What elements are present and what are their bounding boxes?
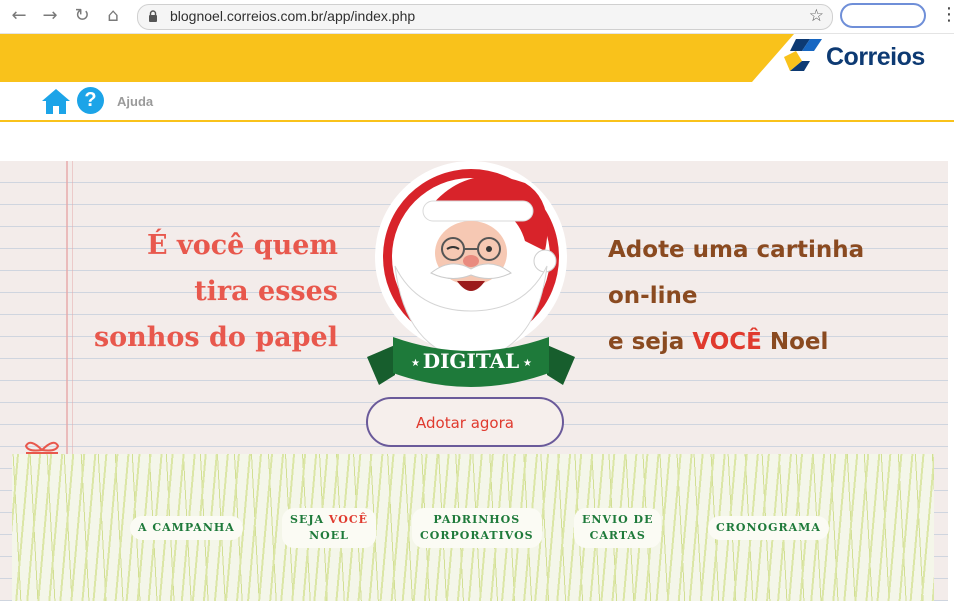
menu-envio-de-cartas[interactable]: ENVIO DE CARTAS bbox=[574, 508, 662, 548]
sub-navigation: ? Ajuda bbox=[0, 82, 954, 122]
svg-text:★: ★ bbox=[411, 358, 420, 369]
hero-right-line: on-line bbox=[608, 283, 698, 309]
menu-padrinhos-corporativos[interactable]: PADRINHOS CORPORATIVOS bbox=[412, 508, 542, 548]
menu-label: SEJA VOCÊ bbox=[290, 512, 368, 528]
menu-label: CORPORATIVOS bbox=[420, 529, 534, 542]
hero-right-text: Adote uma cartinha on-line e seja VOCÊ N… bbox=[608, 227, 864, 365]
menu-label-highlight: VOCÊ bbox=[328, 513, 368, 526]
hero-banner: É você quem tira esses sonhos do papel A… bbox=[0, 161, 954, 601]
hero-right-line: Adote uma cartinha bbox=[608, 237, 865, 263]
home-browser-icon[interactable]: ⌂ bbox=[102, 5, 124, 27]
bookmark-star-icon[interactable]: ☆ bbox=[809, 6, 824, 26]
hero-left-text: É você quem tira esses sonhos do papel bbox=[94, 223, 338, 361]
menu-label: PADRINHOS bbox=[433, 513, 521, 526]
hero-left-line: sonhos do papel bbox=[93, 322, 338, 353]
menu-label: NOEL bbox=[309, 529, 349, 542]
santa-badge-icon: ★ ★ DIGITAL bbox=[367, 161, 575, 387]
menu-label: CARTAS bbox=[589, 529, 646, 542]
home-icon[interactable] bbox=[41, 87, 71, 115]
hero-right-highlight: VOCÊ bbox=[692, 329, 762, 355]
reload-icon[interactable]: ↻ bbox=[71, 5, 93, 27]
menu-panel: A CAMPANHA SEJA VOCÊ NOEL PADRINHOS CORP… bbox=[12, 454, 934, 601]
paper-margin-line bbox=[72, 161, 73, 461]
hero-left-line: tira esses bbox=[194, 276, 338, 307]
hero-right-line: e seja VOCÊ Noel bbox=[608, 319, 864, 365]
paper-margin-line bbox=[66, 161, 68, 461]
menu-cronograma[interactable]: CRONOGRAMA bbox=[708, 516, 829, 540]
hero-left-line: É você quem bbox=[147, 230, 338, 261]
digital-ribbon-text: DIGITAL bbox=[423, 349, 520, 373]
scrollbar-track[interactable] bbox=[948, 161, 954, 601]
correios-logo-icon[interactable] bbox=[782, 37, 824, 77]
url-text: blognoel.correios.com.br/app/index.php bbox=[170, 8, 416, 24]
back-arrow-icon[interactable]: ← bbox=[8, 5, 30, 27]
browser-toolbar: ← → ↻ ⌂ blognoel.correios.com.br/app/ind… bbox=[0, 0, 954, 34]
help-link[interactable]: Ajuda bbox=[117, 94, 153, 109]
menu-label: CRONOGRAMA bbox=[716, 521, 821, 534]
menu-label: ENVIO DE bbox=[582, 513, 654, 526]
menu-seja-voce-noel[interactable]: SEJA VOCÊ NOEL bbox=[282, 508, 376, 548]
hero-right-post: Noel bbox=[761, 329, 829, 355]
help-icon[interactable]: ? bbox=[77, 87, 104, 114]
brand-name[interactable]: Correios bbox=[826, 43, 925, 72]
menu-a-campanha[interactable]: A CAMPANHA bbox=[130, 516, 243, 540]
menu-kebab-icon[interactable]: ⋮ bbox=[940, 4, 954, 26]
address-bar[interactable]: blognoel.correios.com.br/app/index.php ☆ bbox=[137, 4, 833, 30]
menu-label-pre: SEJA bbox=[290, 513, 329, 526]
adopt-now-button[interactable]: Adotar agora bbox=[366, 397, 564, 447]
svg-text:★: ★ bbox=[523, 358, 532, 369]
forward-arrow-icon[interactable]: → bbox=[39, 5, 61, 27]
hero-right-pre: e seja bbox=[608, 329, 693, 355]
lock-icon bbox=[149, 10, 157, 22]
profile-button[interactable] bbox=[840, 3, 926, 28]
menu-label: A CAMPANHA bbox=[138, 521, 235, 534]
